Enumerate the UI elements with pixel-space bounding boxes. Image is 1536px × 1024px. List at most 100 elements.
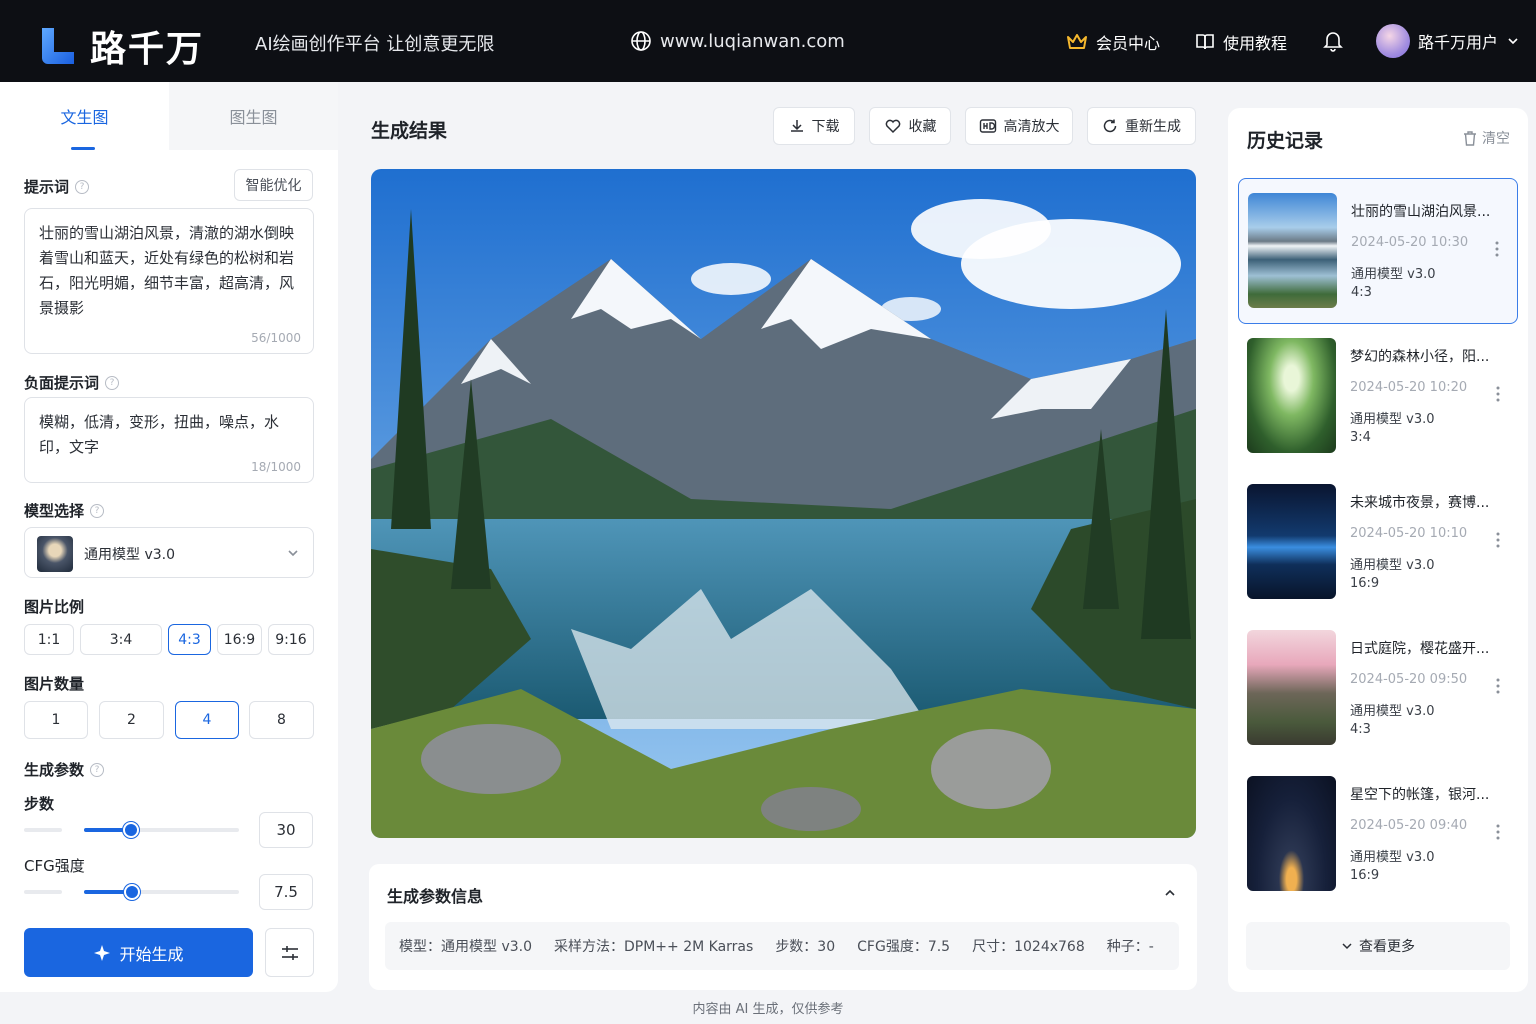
more-vertical-icon[interactable] <box>1496 386 1500 402</box>
quantity-option-selected[interactable]: 4 <box>175 701 239 739</box>
clear-history-button[interactable]: 清空 <box>1463 128 1510 148</box>
tab-text-to-image[interactable]: 文生图 <box>0 82 169 150</box>
history-item-date: 2024-05-20 09:40 <box>1350 818 1468 833</box>
logo[interactable]: 路千万 <box>38 20 204 72</box>
site-link[interactable]: www.luqianwan.com <box>630 30 845 52</box>
chevron-up-icon[interactable] <box>1163 886 1177 900</box>
quantity-option[interactable]: 1 <box>24 701 88 739</box>
chevron-down-icon <box>1342 943 1352 950</box>
history-item-model: 通用模型 v3.0 <box>1350 850 1435 865</box>
model-select[interactable]: 通用模型 v3.0 <box>24 527 314 578</box>
quantity-label: 图片数量 <box>24 675 85 693</box>
upscale-label: 高清放大 <box>1003 119 1060 135</box>
clear-label: 清空 <box>1482 131 1510 147</box>
more-vertical-icon[interactable] <box>1495 241 1499 257</box>
crown-icon <box>1067 34 1087 49</box>
steps-input[interactable]: 30 <box>259 812 313 848</box>
history-item[interactable]: 梦幻的森林小径，阳... 2024-05-20 10:20 通用模型 v3.0 … <box>1238 324 1518 470</box>
history-item[interactable]: 星空下的帐篷，银河... 2024-05-20 09:40 通用模型 v3.0 … <box>1238 762 1518 908</box>
help-icon[interactable]: ? <box>90 762 105 777</box>
logo-icon <box>38 26 78 66</box>
tutorial-label: 使用教程 <box>1223 34 1288 53</box>
history-thumbnail <box>1247 776 1336 891</box>
upscale-button[interactable]: 高清放大 <box>965 107 1073 145</box>
history-item-model: 通用模型 v3.0 <box>1350 412 1435 427</box>
help-icon[interactable]: ? <box>75 179 90 194</box>
generate-button[interactable]: 开始生成 <box>24 928 253 977</box>
history-title: 历史记录 <box>1247 130 1324 152</box>
trash-icon <box>1464 130 1476 146</box>
username: 路千万用户 <box>1418 33 1499 52</box>
help-icon[interactable]: ? <box>90 503 105 518</box>
history-item[interactable]: 壮丽的雪山湖泊风景... 2024-05-20 10:30 通用模型 v3.0 … <box>1238 178 1518 324</box>
globe-icon <box>631 31 651 51</box>
negative-prompt-label: 负面提示词? <box>24 372 120 393</box>
user-menu[interactable]: 路千万用户 <box>1376 24 1520 58</box>
prompt-textarea[interactable]: 壮丽的雪山湖泊风景，清澈的湖水倒映着雪山和蓝天，近处有绿色的松树和岩石，阳光明媚… <box>24 208 314 354</box>
cfg-slider-thumb[interactable] <box>124 884 140 900</box>
info-seed: 种子：- <box>1106 939 1154 955</box>
steps-label: 步数 <box>24 795 55 813</box>
favorite-label: 收藏 <box>908 119 937 135</box>
ratio-option[interactable]: 1:1 <box>24 624 74 655</box>
vip-center-link[interactable]: 会员中心 <box>1066 30 1160 54</box>
more-vertical-icon[interactable] <box>1496 824 1500 840</box>
ratio-option-selected[interactable]: 4:3 <box>168 624 211 655</box>
steps-track-left <box>24 828 62 832</box>
cfg-input[interactable]: 7.5 <box>259 874 313 910</box>
info-steps: 步数：30 <box>775 939 836 955</box>
history-thumbnail <box>1247 630 1336 745</box>
history-item-model: 通用模型 v3.0 <box>1350 558 1435 573</box>
more-vertical-icon[interactable] <box>1496 678 1500 694</box>
negative-prompt-textarea[interactable]: 模糊，低清，变形，扭曲，噪点，水印，文字 18/1000 <box>24 397 314 483</box>
cfg-slider[interactable] <box>84 882 239 902</box>
history-thumbnail <box>1247 484 1336 599</box>
sliders-icon <box>281 945 298 960</box>
params-info-row: 模型：通用模型 v3.0 采样方法：DPM++ 2M Karras 步数：30 … <box>385 922 1179 970</box>
advanced-settings-button[interactable] <box>265 928 314 977</box>
ratio-option[interactable]: 9:16 <box>268 624 314 655</box>
smart-optimize-button[interactable]: 智能优化 <box>234 169 313 201</box>
negative-prompt-text: 模糊，低清，变形，扭曲，噪点，水印，文字 <box>39 413 280 456</box>
slogan: AI绘画创作平台 让创意更无限 <box>255 34 495 55</box>
steps-slider[interactable] <box>84 820 239 840</box>
history-item-ratio: 4:3 <box>1351 285 1372 300</box>
info-size: 尺寸：1024x768 <box>972 939 1085 955</box>
history-item-title: 壮丽的雪山湖泊风景... <box>1351 204 1491 220</box>
history-item[interactable]: 未来城市夜景，赛博... 2024-05-20 10:10 通用模型 v3.0 … <box>1238 470 1518 616</box>
params-label: 生成参数? <box>24 759 105 780</box>
help-icon[interactable]: ? <box>105 375 120 390</box>
view-more-button[interactable]: 查看更多 <box>1246 922 1510 970</box>
history-thumbnail <box>1247 338 1336 453</box>
ratio-option[interactable]: 16:9 <box>217 624 262 655</box>
params-info-panel: 生成参数信息 模型：通用模型 v3.0 采样方法：DPM++ 2M Karras… <box>369 864 1197 990</box>
chevron-down-icon <box>288 550 298 557</box>
tab-image-to-image[interactable]: 图生图 <box>169 82 338 150</box>
more-vertical-icon[interactable] <box>1496 532 1500 548</box>
generated-image[interactable] <box>371 169 1196 838</box>
site-url: www.luqianwan.com <box>660 30 845 52</box>
bell-icon <box>1323 32 1343 52</box>
history-item-model: 通用模型 v3.0 <box>1351 267 1436 282</box>
favorite-button[interactable]: 收藏 <box>869 107 951 145</box>
top-bar: 路千万 AI绘画创作平台 让创意更无限 www.luqianwan.com 会员… <box>0 0 1536 82</box>
history-item[interactable]: 日式庭院，樱花盛开... 2024-05-20 09:50 通用模型 v3.0 … <box>1238 616 1518 762</box>
notification-button[interactable] <box>1323 30 1343 52</box>
cfg-track-left <box>24 890 62 894</box>
vip-center-label: 会员中心 <box>1096 34 1161 53</box>
history-panel: 历史记录 清空 壮丽的雪山湖泊风景... 2024-05-20 10:30 通用… <box>1228 108 1528 992</box>
download-icon <box>790 120 803 132</box>
quantity-option[interactable]: 8 <box>249 701 314 739</box>
info-model: 模型：通用模型 v3.0 <box>399 939 532 955</box>
model-value: 通用模型 v3.0 <box>84 547 175 563</box>
chevron-down-icon <box>1508 38 1518 45</box>
regenerate-button[interactable]: 重新生成 <box>1087 107 1196 145</box>
tutorial-link[interactable]: 使用教程 <box>1195 30 1287 54</box>
download-button[interactable]: 下载 <box>773 107 855 145</box>
download-label: 下载 <box>811 119 840 135</box>
steps-slider-thumb[interactable] <box>123 822 139 838</box>
ratio-option[interactable]: 3:4 <box>80 624 162 655</box>
quantity-option[interactable]: 2 <box>99 701 164 739</box>
history-item-ratio: 4:3 <box>1350 722 1371 737</box>
info-cfg: CFG强度：7.5 <box>857 939 951 955</box>
